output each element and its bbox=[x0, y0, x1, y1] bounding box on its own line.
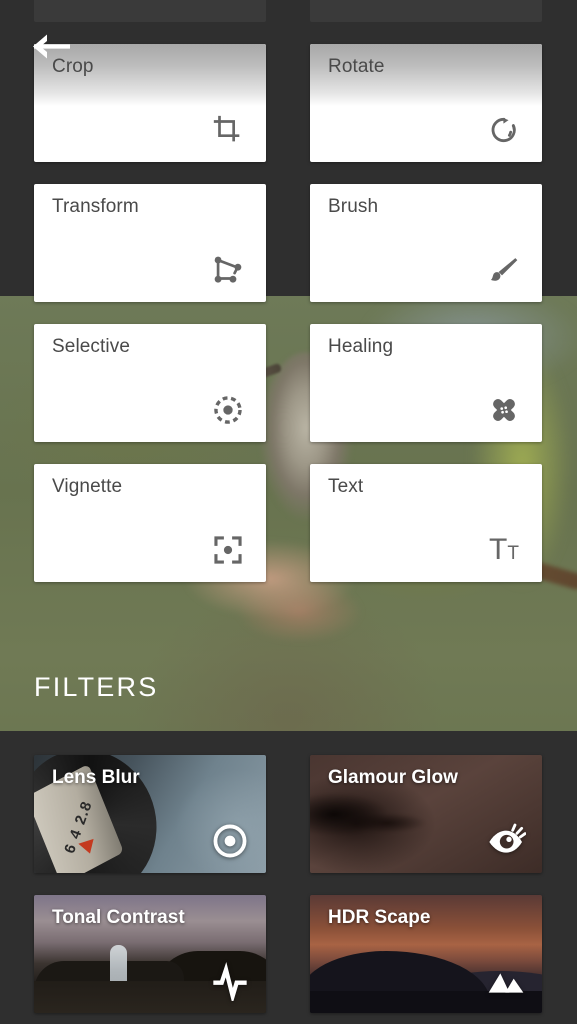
tool-row-4: Vignette Text TT bbox=[0, 464, 577, 582]
tool-row-2: Transform Brush bbox=[0, 184, 577, 302]
tool-card-healing[interactable]: Healing bbox=[310, 324, 542, 442]
tool-row-clipped bbox=[0, 0, 577, 22]
photo-editor-screen: Crop Rotate Transform Brush Selective He… bbox=[0, 0, 577, 1024]
brush-icon bbox=[482, 248, 526, 292]
filter-label-lens-blur: Lens Blur bbox=[52, 767, 140, 788]
filter-card-lens-blur[interactable]: 6 4 2.8 Lens Blur bbox=[34, 755, 266, 873]
tool-card-text[interactable]: Text TT bbox=[310, 464, 542, 582]
filter-row-2: Tonal Contrast HDR Scape bbox=[0, 895, 577, 1013]
tool-row-3: Selective Healing bbox=[0, 324, 577, 442]
crop-icon bbox=[206, 108, 250, 152]
tool-card-clipped-left[interactable] bbox=[34, 0, 266, 22]
filter-row-1: 6 4 2.8 Lens Blur Glamour Glow bbox=[0, 755, 577, 873]
text-tt-glyph: TT bbox=[489, 533, 519, 566]
eyelash-art bbox=[310, 791, 454, 849]
tool-card-selective[interactable]: Selective bbox=[34, 324, 266, 442]
lens-blur-icon bbox=[208, 819, 252, 863]
tool-label-transform: Transform bbox=[52, 196, 139, 217]
tool-label-text: Text bbox=[328, 476, 364, 497]
rotate-icon bbox=[482, 108, 526, 152]
waveform-icon bbox=[208, 959, 252, 1003]
filter-card-tonal-contrast[interactable]: Tonal Contrast bbox=[34, 895, 266, 1013]
tool-card-clipped-right[interactable] bbox=[310, 0, 542, 22]
lens-num-a: 6 bbox=[60, 840, 80, 856]
selective-icon bbox=[206, 388, 250, 432]
tool-label-healing: Healing bbox=[328, 336, 394, 357]
filter-card-hdr-scape[interactable]: HDR Scape bbox=[310, 895, 542, 1013]
tool-row-1: Crop Rotate bbox=[0, 44, 577, 162]
filters-grid: 6 4 2.8 Lens Blur Glamour Glow Tonal Con… bbox=[0, 755, 577, 1024]
tool-card-rotate[interactable]: Rotate bbox=[310, 44, 542, 162]
tool-card-brush[interactable]: Brush bbox=[310, 184, 542, 302]
tool-label-selective: Selective bbox=[52, 336, 130, 357]
mountain-icon bbox=[484, 959, 528, 1003]
healing-icon bbox=[482, 388, 526, 432]
tool-label-rotate: Rotate bbox=[328, 56, 385, 77]
filters-heading: FILTERS bbox=[34, 672, 159, 702]
tool-label-brush: Brush bbox=[328, 196, 379, 217]
transform-icon bbox=[206, 248, 250, 292]
filter-label-tonal-contrast: Tonal Contrast bbox=[52, 907, 185, 928]
filter-label-hdr-scape: HDR Scape bbox=[328, 907, 431, 928]
text-tt-icon: TT bbox=[482, 528, 526, 572]
tool-card-transform[interactable]: Transform bbox=[34, 184, 266, 302]
tool-card-vignette[interactable]: Vignette bbox=[34, 464, 266, 582]
eye-lash-icon bbox=[484, 819, 528, 863]
lens-num-b: 4 bbox=[65, 826, 86, 842]
lens-num-c: 2.8 bbox=[71, 798, 96, 827]
filter-card-glamour-glow[interactable]: Glamour Glow bbox=[310, 755, 542, 873]
tools-grid: Crop Rotate Transform Brush Selective He… bbox=[0, 0, 577, 604]
vignette-icon bbox=[206, 528, 250, 572]
filter-label-glamour-glow: Glamour Glow bbox=[328, 767, 458, 788]
tool-label-vignette: Vignette bbox=[52, 476, 123, 497]
back-button[interactable] bbox=[30, 32, 74, 66]
